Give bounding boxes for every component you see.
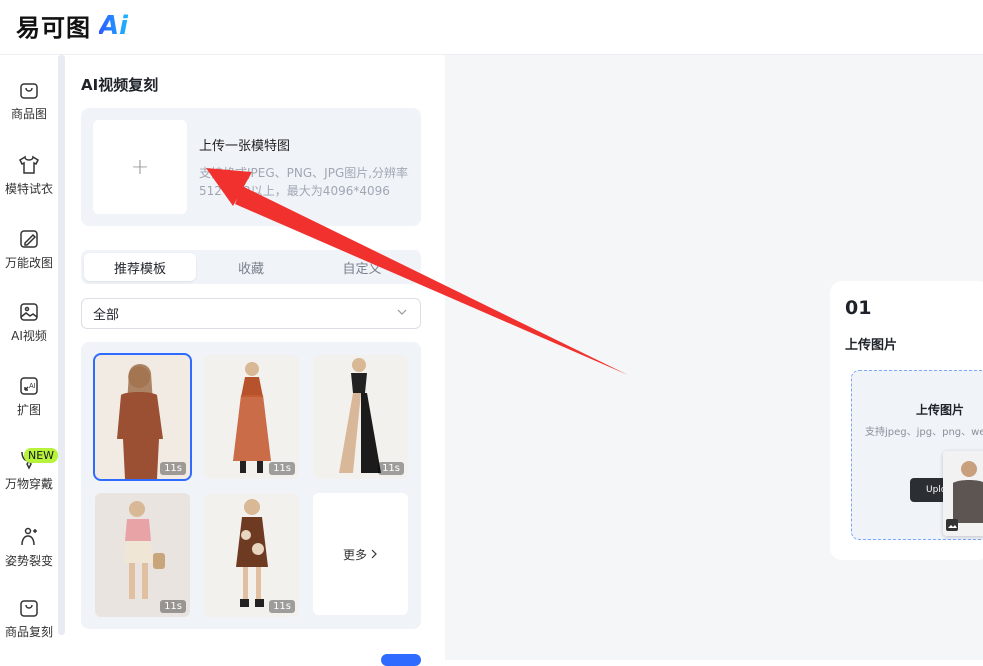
sidebar-item-product-image[interactable]: 商品图 xyxy=(0,79,58,122)
tab-recommended[interactable]: 推荐模板 xyxy=(84,253,196,281)
panel-title: AI视频复刻 xyxy=(81,76,159,94)
toggle-switch[interactable] xyxy=(381,654,421,666)
top-bar: 易可图 Ai xyxy=(0,0,983,55)
tab-favorites[interactable]: 收藏 xyxy=(195,253,307,281)
sidebar-item-label: 模特试衣 xyxy=(4,182,53,196)
sidebar-item-label: 扩图 xyxy=(16,403,41,417)
category-select[interactable]: 全部 xyxy=(81,298,421,329)
sidebar-item-ai-video[interactable]: AI视频 xyxy=(0,301,58,344)
more-label: 更多 xyxy=(342,547,367,562)
sidebar-item-label: AI视频 xyxy=(11,329,47,343)
template-thumbnail[interactable]: 11s xyxy=(313,355,408,479)
shopping-bag-icon xyxy=(20,83,38,99)
sidebar-scrollbar[interactable] xyxy=(58,55,65,635)
chevron-right-icon xyxy=(371,549,377,559)
template-thumbnail[interactable]: 11s xyxy=(95,493,190,617)
sidebar-item-label: 姿势裂变 xyxy=(4,554,53,568)
model-photo xyxy=(95,355,190,479)
sidebar-item-label: 万能改图 xyxy=(4,256,53,270)
duration-label: 11s xyxy=(269,462,295,475)
template-thumbnail[interactable]: 11s xyxy=(93,353,192,481)
logo-ai-mark: Ai xyxy=(99,10,129,41)
more-templates-button[interactable]: 更多 xyxy=(313,493,408,615)
upload-model-card: + 上传一张模特图 支持格式JPEG、PNG、JPG图片,分辨率 512*512… xyxy=(81,108,421,226)
template-gallery: 11s 11s 11s 11s 11s 更多 xyxy=(81,342,421,629)
video-copy-panel: AI视频复刻 + 上传一张模特图 支持格式JPEG、PNG、JPG图片,分辨率 … xyxy=(65,55,445,666)
step-number: 01 xyxy=(845,297,872,319)
model-photo xyxy=(204,493,299,617)
select-value: 全部 xyxy=(93,308,120,323)
logo-text: 易可图 xyxy=(16,14,91,42)
duration-label: 11s xyxy=(160,600,186,613)
sidebar-item-pose-variation[interactable]: 姿势裂变 xyxy=(0,526,58,569)
upload-desc-line: 支持格式JPEG、PNG、JPG图片,分辨率 xyxy=(199,166,409,180)
template-thumbnail[interactable]: 11s xyxy=(204,355,299,479)
template-thumbnail[interactable]: 11s xyxy=(204,493,299,617)
duration-label: 11s xyxy=(160,462,186,475)
preview-canvas: 01 上传图片 上传图片 支持jpeg、jpg、png、we Uplo xyxy=(445,55,983,660)
plus-icon: + xyxy=(130,154,150,180)
sidebar-item-label: 商品图 xyxy=(10,107,47,121)
model-photo xyxy=(313,355,408,479)
upload-desc-line: 512*512以上，最大为4096*4096 xyxy=(199,184,390,198)
model-photo xyxy=(943,451,983,536)
upload-model-button[interactable]: + xyxy=(93,120,187,214)
sidebar-item-label: 商品复刻 xyxy=(4,625,53,639)
model-photo xyxy=(95,493,190,617)
template-tabs: 推荐模板 收藏 自定义 xyxy=(81,250,421,284)
pose-person-icon xyxy=(21,527,37,546)
chevron-down-icon xyxy=(397,309,407,315)
image-dropzone[interactable]: 上传图片 支持jpeg、jpg、png、we Uplo xyxy=(851,370,983,540)
sidebar-item-model-tryon[interactable]: 模特试衣 xyxy=(0,154,58,197)
bag-copy-icon xyxy=(20,600,38,617)
duration-label: 11s xyxy=(269,600,295,613)
new-badge: NEW xyxy=(24,448,59,463)
upload-description: 支持格式JPEG、PNG、JPG图片,分辨率 512*512以上，最大为4096… xyxy=(199,164,415,200)
image-edit-icon xyxy=(20,230,38,248)
tshirt-icon xyxy=(19,155,39,174)
dropzone-description: 支持jpeg、jpg、png、we xyxy=(865,427,983,438)
dropzone-title: 上传图片 xyxy=(916,403,965,417)
sidebar-item-product-copy[interactable]: 商品复刻 xyxy=(0,597,58,640)
upload-title: 上传一张模特图 xyxy=(199,139,291,154)
video-image-icon xyxy=(20,303,38,321)
svg-text:AI: AI xyxy=(29,383,36,390)
sidebar-item-universal-edit[interactable]: 万能改图 xyxy=(0,228,58,271)
logo[interactable]: 易可图 Ai xyxy=(16,8,128,43)
duration-label: 11s xyxy=(378,462,404,475)
sample-photo xyxy=(943,451,983,536)
expand-image-icon: AI xyxy=(20,377,38,395)
step-title: 上传图片 xyxy=(845,338,898,353)
sidebar-item-expand-image[interactable]: AI 扩图 xyxy=(0,375,58,418)
step-card: 01 上传图片 上传图片 支持jpeg、jpg、png、we Uplo xyxy=(830,281,983,560)
model-photo xyxy=(204,355,299,479)
tab-custom[interactable]: 自定义 xyxy=(306,253,418,281)
sidebar-item-label: 万物穿戴 xyxy=(4,477,53,491)
sidebar: 商品图 模特试衣 万能改图 AI视频 AI 扩图 万物穿戴 姿势裂变 商品复刻 xyxy=(0,55,58,660)
